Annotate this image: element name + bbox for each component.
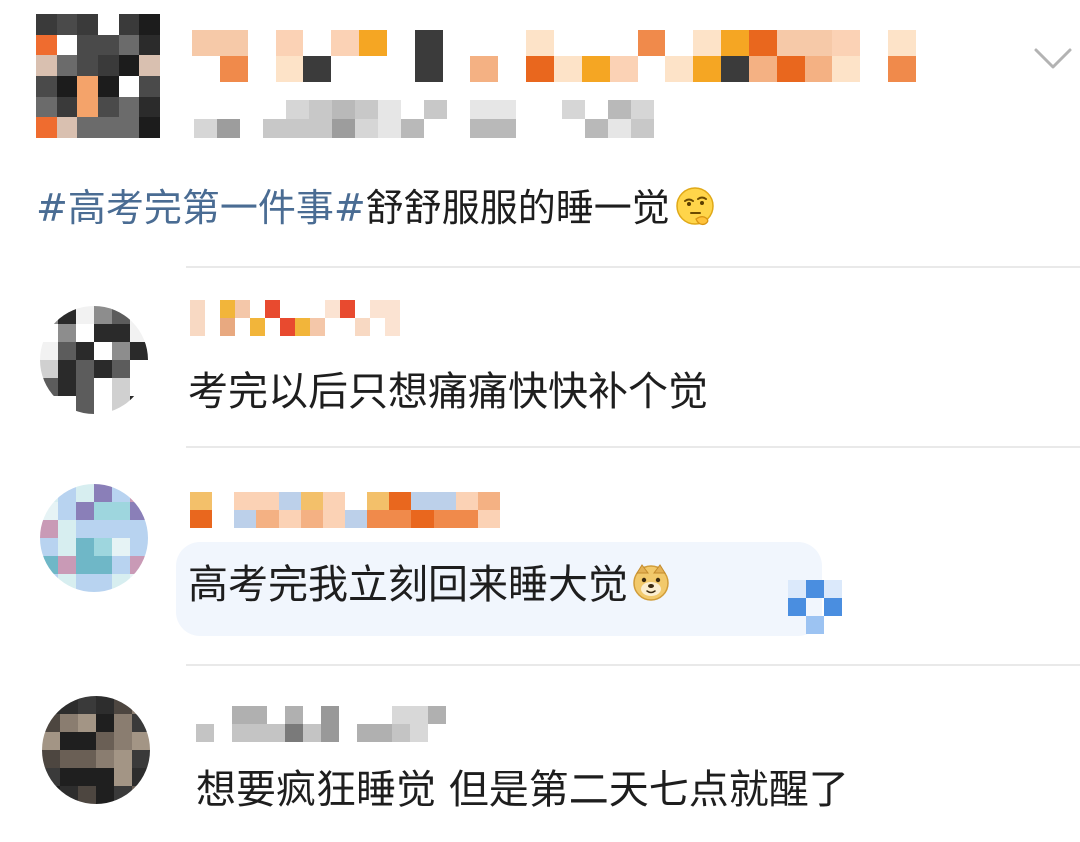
post-text: 舒舒服服的睡一觉 <box>365 186 670 230</box>
poster-avatar[interactable] <box>36 14 160 138</box>
poster-name-censored[interactable] <box>192 30 916 82</box>
divider <box>186 446 1080 448</box>
commenter-name-censored[interactable] <box>190 300 400 336</box>
post-meta-censored <box>194 100 654 138</box>
commenter-avatar[interactable] <box>40 306 148 414</box>
commenter-name-censored[interactable] <box>190 492 500 528</box>
comment-text: 高考完我立刻回来睡大觉 <box>188 557 672 613</box>
doge-icon <box>633 564 669 601</box>
thinking-face-icon <box>675 187 714 226</box>
weibo-post-view: #高考完第一件事#舒舒服服的睡一觉 考完以后只想痛痛快快补个觉 高考完我立刻回来… <box>0 0 1080 842</box>
commenter-avatar[interactable] <box>42 696 150 804</box>
chevron-down-icon[interactable] <box>1030 38 1076 78</box>
comment-text: 考完以后只想痛痛快快补个觉 <box>188 369 708 415</box>
bubble-corner-mark <box>788 580 842 634</box>
commenter-avatar[interactable] <box>40 484 148 592</box>
divider <box>186 266 1080 268</box>
commenter-name-censored[interactable] <box>196 706 446 742</box>
post-hashtag[interactable]: #高考完第一件事# <box>36 186 366 230</box>
post-body: #高考完第一件事#舒舒服服的睡一觉 <box>36 178 1036 238</box>
divider <box>186 664 1080 666</box>
comment-text: 想要疯狂睡觉 但是第二天七点就醒了 <box>196 767 849 813</box>
comment-text-content: 高考完我立刻回来睡大觉 <box>188 562 628 608</box>
